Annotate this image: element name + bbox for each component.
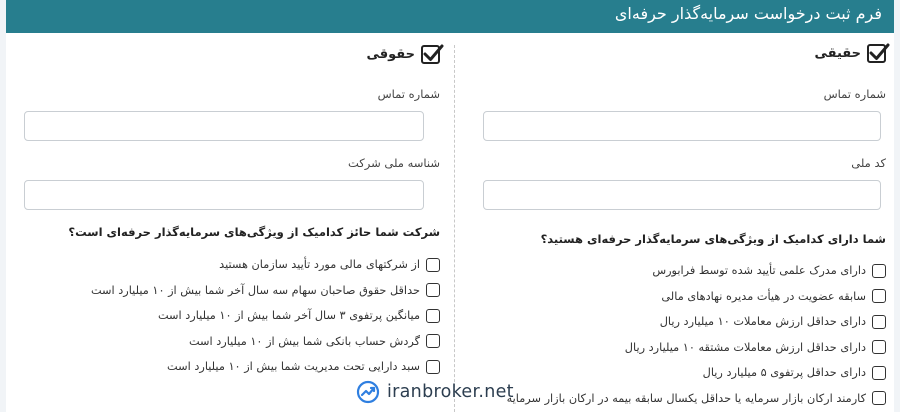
real-person-question: شما دارای کدامیک از ویژگی‌های سرمایه‌گذا… — [540, 232, 886, 246]
option-checkbox[interactable] — [872, 314, 886, 329]
list-item[interactable]: دارای حداقل پرتفوی ۵ میلیارد ریال — [507, 360, 886, 386]
legal-person-options: از شرکتهای مالی مورد تأیید سازمان هستید … — [91, 252, 440, 380]
legal-person-type-label: حقوقی — [366, 47, 415, 62]
national-code-label: کد ملی — [851, 156, 886, 170]
real-person-section: حقیقی شماره تماس کد ملی شما دارای کدامیک… — [476, 33, 890, 412]
list-item[interactable]: گردش حساب بانکی شما بیش از ۱۰ میلیارد اس… — [91, 329, 440, 355]
form-header: فرم ثبت درخواست سرمایه‌گذار حرفه‌ای — [6, 0, 894, 33]
list-item[interactable]: دارای حداقل ارزش معاملات مشتقه ۱۰ میلیار… — [507, 335, 886, 361]
form-card: حقیقی شماره تماس کد ملی شما دارای کدامیک… — [6, 33, 894, 412]
option-checkbox[interactable] — [872, 391, 886, 406]
watermark: iranbroker.net — [356, 380, 514, 404]
check-mark-icon — [423, 44, 444, 61]
page-title: فرم ثبت درخواست سرمایه‌گذار حرفه‌ای — [614, 4, 882, 23]
list-item[interactable]: دارای مدرک علمی تأیید شده توسط فرابورس — [507, 258, 886, 284]
option-checkbox[interactable] — [426, 334, 440, 349]
legal-person-type-toggle[interactable]: حقوقی — [366, 44, 444, 64]
chart-trend-icon — [356, 380, 380, 404]
legal-person-section: حقوقی شماره تماس شناسه ملی شرکت شرکت شما… — [20, 33, 444, 412]
real-person-checkbox[interactable] — [867, 43, 890, 63]
check-mark-icon — [869, 43, 890, 60]
national-code-input[interactable] — [483, 180, 881, 210]
company-id-input[interactable] — [24, 180, 424, 210]
list-item[interactable]: از شرکتهای مالی مورد تأیید سازمان هستید — [91, 252, 440, 278]
option-checkbox[interactable] — [872, 340, 886, 355]
option-checkbox[interactable] — [426, 283, 440, 298]
list-item[interactable]: کارمند ارکان بازار سرمایه یا حداقل یکسال… — [507, 386, 886, 412]
option-checkbox[interactable] — [872, 365, 886, 380]
legal-person-question: شرکت شما حائز کدامیک از ویژگی‌های سرمایه… — [68, 225, 440, 239]
real-person-type-label: حقیقی — [814, 46, 861, 61]
legal-phone-input[interactable] — [24, 111, 424, 141]
list-item[interactable]: سبد دارایی تحت مدیریت شما بیش از ۱۰ میلی… — [91, 354, 440, 380]
legal-person-checkbox[interactable] — [421, 44, 444, 64]
list-item[interactable]: سابقه عضویت در هیأت مدیره نهادهای مالی — [507, 284, 886, 310]
real-phone-input[interactable] — [483, 111, 881, 141]
option-checkbox[interactable] — [426, 308, 440, 323]
option-checkbox[interactable] — [426, 257, 440, 272]
column-divider — [454, 45, 455, 412]
list-item[interactable]: حداقل حقوق صاحبان سهام سه سال آخر شما بی… — [91, 278, 440, 304]
option-checkbox[interactable] — [426, 359, 440, 374]
list-item[interactable]: دارای حداقل ارزش معاملات ۱۰ میلیارد ریال — [507, 309, 886, 335]
option-checkbox[interactable] — [872, 263, 886, 278]
option-checkbox[interactable] — [872, 289, 886, 304]
legal-phone-label: شماره تماس — [377, 87, 440, 101]
real-phone-label: شماره تماس — [823, 87, 886, 101]
real-person-options: دارای مدرک علمی تأیید شده توسط فرابورس س… — [507, 258, 886, 411]
real-person-type-toggle[interactable]: حقیقی — [814, 43, 890, 63]
list-item[interactable]: میانگین پرتفوی ۳ سال آخر شما بیش از ۱۰ م… — [91, 303, 440, 329]
watermark-text: iranbroker.net — [387, 382, 514, 402]
company-id-label: شناسه ملی شرکت — [347, 156, 440, 170]
